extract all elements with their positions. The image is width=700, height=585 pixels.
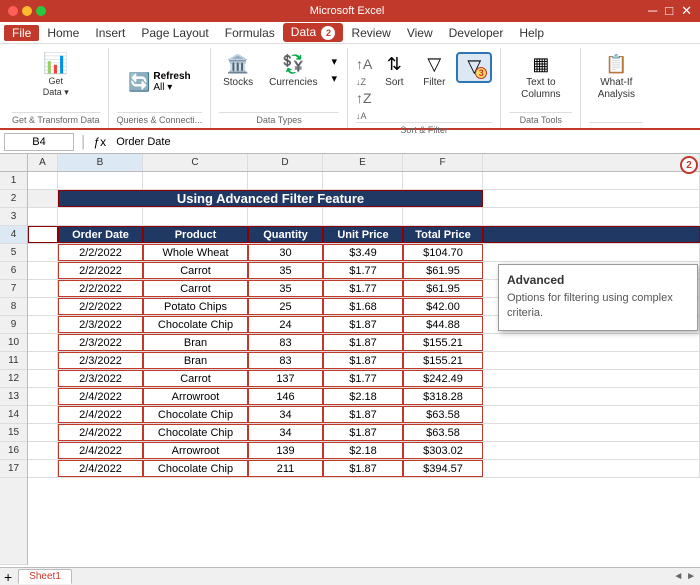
refresh-all-button[interactable]: 🔄 Refresh All ▾ xyxy=(124,69,195,95)
table-row: 2/3/2022 Carrot 137 $1.77 $242.49 xyxy=(28,370,700,388)
sort-button[interactable]: ⇅ Sort xyxy=(376,52,412,91)
col-header-f: F xyxy=(403,154,483,171)
function-wizard-icon[interactable]: ƒx xyxy=(94,135,107,149)
row-header-9: 9 xyxy=(0,316,27,334)
ribbon-group-transform: 📊 GetData ▾ Get & Transform Data xyxy=(4,48,109,128)
menu-view[interactable]: View xyxy=(399,24,441,42)
sheet-tab-sheet1[interactable]: Sheet1 xyxy=(18,569,72,584)
row-header-4: 4 xyxy=(0,226,27,244)
col-header-rest xyxy=(483,154,700,171)
currencies-button[interactable]: 💱 Currencies xyxy=(265,52,321,91)
row-header-7: 7 xyxy=(0,280,27,298)
table-row: 2/4/2022 Arrowroot 146 $2.18 $318.28 xyxy=(28,388,700,406)
header-quantity[interactable]: Quantity xyxy=(248,226,323,243)
circle3-badge: 3 xyxy=(475,67,487,79)
text-to-columns-button[interactable]: ▦ Text toColumns xyxy=(517,52,564,103)
row-header-8: 8 xyxy=(0,298,27,316)
row-header-13: 13 xyxy=(0,388,27,406)
table-row: 2/3/2022 Bran 83 $1.87 $155.21 xyxy=(28,352,700,370)
table-row: 2/4/2022 Arrowroot 139 $2.18 $303.02 xyxy=(28,442,700,460)
filter-button[interactable]: ▽ Filter xyxy=(416,52,452,91)
advanced-filter-tooltip: Advanced Options for filtering using com… xyxy=(498,264,698,331)
header-unit-price[interactable]: Unit Price xyxy=(323,226,403,243)
row-header-2: 2 xyxy=(0,190,27,208)
col-header-e: E xyxy=(323,154,403,171)
col-header-b: B xyxy=(58,154,143,171)
circle2-badge: 2 xyxy=(680,156,698,174)
table-row: 2/2/2022 Whole Wheat 30 $3.49 $104.70 xyxy=(28,244,700,262)
row-header-17: 17 xyxy=(0,460,27,478)
table-row: 2/4/2022 Chocolate Chip 34 $1.87 $63.58 xyxy=(28,406,700,424)
header-product[interactable]: Product xyxy=(143,226,248,243)
menu-home[interactable]: Home xyxy=(39,24,87,42)
title-bar: Microsoft Excel ─□✕ xyxy=(0,0,700,22)
table-row: Using Advanced Filter Feature 1 xyxy=(28,190,700,208)
tooltip-text: Options for filtering using complex crit… xyxy=(507,291,689,322)
sheet-main-area: A B C D E F xyxy=(28,154,700,565)
row-header-5: 5 xyxy=(0,244,27,262)
table-row: 2/4/2022 Chocolate Chip 34 $1.87 $63.58 xyxy=(28,424,700,442)
menu-bar: File Home Insert Page Layout Formulas Da… xyxy=(0,22,700,44)
header-total-price[interactable]: Total Price xyxy=(403,226,483,243)
menu-page-layout[interactable]: Page Layout xyxy=(133,24,216,42)
ribbon-group-data-tools: ▦ Text toColumns Data Tools xyxy=(501,48,581,128)
row-header-12: 12 xyxy=(0,370,27,388)
table-row: 2/3/2022 Bran 83 $1.87 $155.21 xyxy=(28,334,700,352)
row-header-1: 1 xyxy=(0,172,27,190)
table-row xyxy=(28,208,700,226)
table-row: 2/4/2022 Chocolate Chip 211 $1.87 $394.5… xyxy=(28,460,700,478)
table-row xyxy=(28,172,700,190)
table-row: Order Date Product Quantity Unit Price T… xyxy=(28,226,700,244)
row-header-10: 10 xyxy=(0,334,27,352)
get-data-button[interactable]: 📊 GetData ▾ xyxy=(38,52,74,100)
row-header-filler xyxy=(0,478,27,565)
col-header-c: C xyxy=(143,154,248,171)
menu-help[interactable]: Help xyxy=(511,24,552,42)
row-header-6: 6 xyxy=(0,262,27,280)
row-header-15: 15 xyxy=(0,424,27,442)
row-header-3: 3 xyxy=(0,208,27,226)
ribbon-group-whatif: 📋 What-IfAnalysis xyxy=(581,48,651,128)
menu-developer[interactable]: Developer xyxy=(441,24,512,42)
menu-formulas[interactable]: Formulas xyxy=(217,24,283,42)
spreadsheet-area: 1 2 3 4 5 6 7 8 9 10 11 12 13 14 15 16 1… xyxy=(0,154,700,565)
formula-bar: │ ƒx xyxy=(0,130,700,154)
ribbon-group-sort-filter: ↑A↓Z ↑Z↓A ⇅ Sort ▽ Filter ▽ 3 xyxy=(348,48,501,128)
row-header-11: 11 xyxy=(0,352,27,370)
ribbon-group-queries: 🔄 Refresh All ▾ Queries & Connecti... xyxy=(109,48,212,128)
column-headers: A B C D E F xyxy=(28,154,700,172)
cell-reference-input[interactable] xyxy=(4,133,74,151)
col-header-d: D xyxy=(248,154,323,171)
row-header-16: 16 xyxy=(0,442,27,460)
sheet-tabs-bar: + Sheet1 ◄ ► xyxy=(0,567,700,585)
data-tab-badge: 2 xyxy=(321,26,335,40)
row-header-14: 14 xyxy=(0,406,27,424)
col-header-a: A xyxy=(28,154,58,171)
window-title: Microsoft Excel xyxy=(54,5,640,17)
stocks-button[interactable]: 🏛️ Stocks xyxy=(219,52,257,91)
new-sheet-button[interactable]: + xyxy=(4,569,12,585)
ribbon-group-data-types: 🏛️ Stocks 💱 Currencies ▾ ▾ Data Types xyxy=(211,48,348,128)
header-order-date[interactable]: Order Date xyxy=(58,226,143,243)
menu-insert[interactable]: Insert xyxy=(87,24,133,42)
menu-review[interactable]: Review xyxy=(343,24,398,42)
spreadsheet-title: Using Advanced Filter Feature xyxy=(177,191,364,206)
row-headers: 1 2 3 4 5 6 7 8 9 10 11 12 13 14 15 16 1… xyxy=(0,154,28,565)
tooltip-title: Advanced xyxy=(507,273,689,287)
sheet-rows: Using Advanced Filter Feature 1 xyxy=(28,172,700,565)
menu-file[interactable]: File xyxy=(4,25,39,41)
ribbon: 📊 GetData ▾ Get & Transform Data 🔄 Refre… xyxy=(0,44,700,130)
whatif-analysis-button[interactable]: 📋 What-IfAnalysis xyxy=(594,52,639,103)
menu-data[interactable]: Data 2 xyxy=(283,23,344,42)
advanced-filter-button[interactable]: ▽ 3 xyxy=(456,52,492,83)
